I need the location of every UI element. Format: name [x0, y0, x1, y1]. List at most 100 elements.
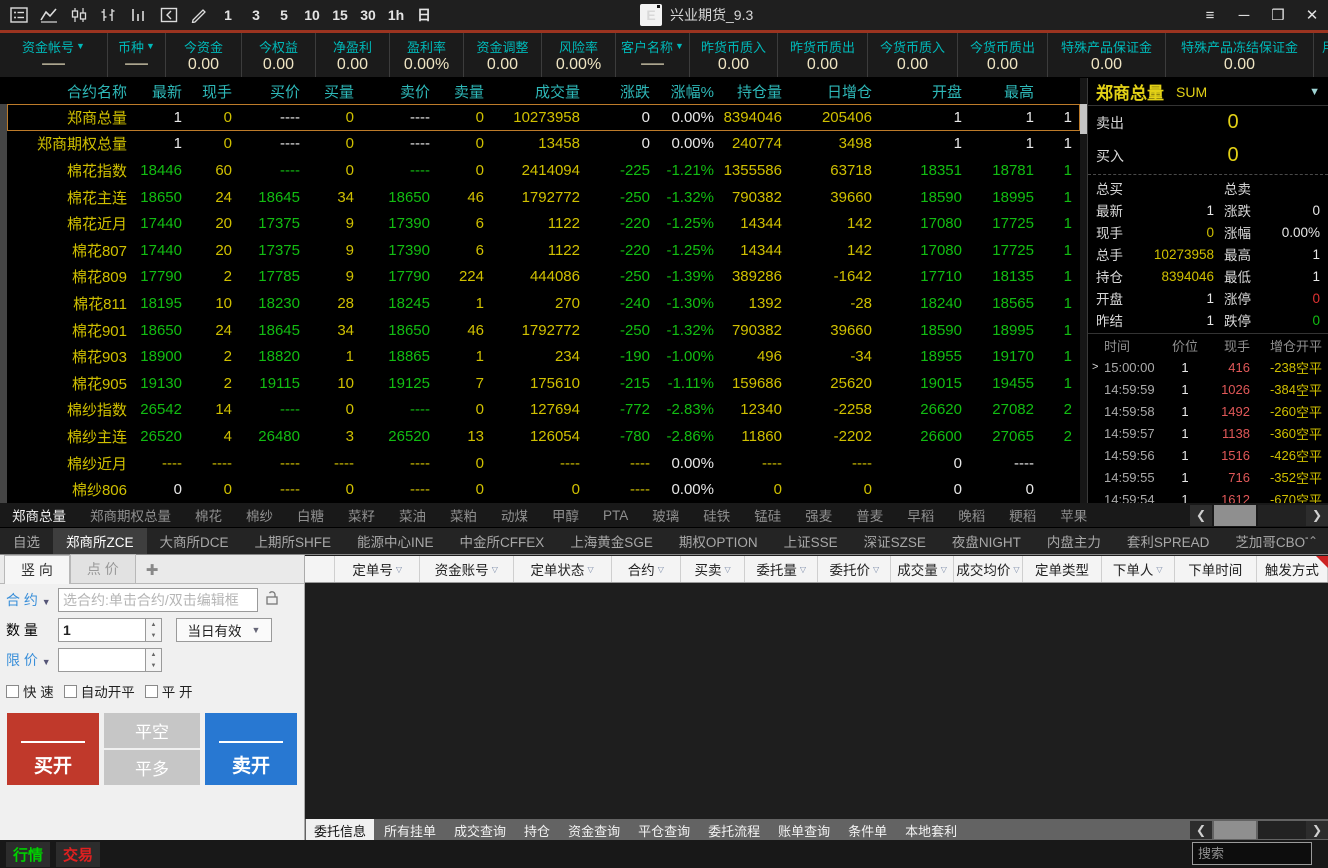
order-option-checkbox[interactable]: 快 速: [6, 681, 54, 701]
product-tab[interactable]: 早稻: [895, 505, 946, 525]
product-tab[interactable]: 动煤: [489, 505, 540, 525]
exchange-tab[interactable]: 期权OPTION: [666, 528, 771, 554]
close-long-button[interactable]: 平多: [104, 750, 200, 785]
product-tab[interactable]: 锰硅: [742, 505, 793, 525]
column-header[interactable]: 最高: [970, 81, 1042, 102]
filter-icon[interactable]: ▽: [725, 565, 731, 574]
exchange-tab[interactable]: 夜盘NIGHT: [939, 528, 1034, 554]
orders-column-header[interactable]: 合约 ▽: [612, 556, 682, 582]
quote-list-icon[interactable]: [6, 3, 32, 27]
product-tab[interactable]: 菜籽: [336, 505, 387, 525]
product-tab[interactable]: 苹果: [1048, 505, 1099, 525]
exchange-tab[interactable]: 能源中心INE: [344, 528, 447, 554]
ohlc-bars-icon[interactable]: [96, 3, 122, 27]
quote-row[interactable]: 棉花901 18650 24 18645 34 18650 46 1792772 -250 -1.…: [7, 317, 1080, 344]
bottom-tab[interactable]: 委托信息: [306, 818, 375, 842]
period-button[interactable]: 5: [272, 3, 296, 27]
limit-price-input[interactable]: [58, 648, 146, 672]
validity-select[interactable]: 当日有效 ▼: [176, 618, 272, 642]
quote-row[interactable]: 郑商总量 1 0 ---- 0 ---- 0 10273958 0 0.00% 8394046 205…: [7, 104, 1080, 131]
filter-icon[interactable]: ▽: [873, 565, 879, 574]
close-short-button[interactable]: 平空: [104, 713, 200, 748]
product-tab[interactable]: 甲醇: [540, 505, 591, 525]
quote-row[interactable]: 棉花811 18195 10 18230 28 18245 1 270 -240 -1.30% 13…: [7, 290, 1080, 317]
buy-open-button[interactable]: 买开: [7, 713, 100, 785]
orders-column-header[interactable]: 资金账号 ▽: [420, 556, 514, 582]
product-tab[interactable]: 强麦: [793, 505, 844, 525]
period-button[interactable]: 3: [244, 3, 268, 27]
limit-price-label[interactable]: 限 价 ▼: [6, 650, 58, 670]
left-scrollbar[interactable]: [0, 104, 7, 503]
period-button[interactable]: 1: [216, 3, 240, 27]
period-button[interactable]: 1h: [384, 3, 408, 27]
chevron-down-icon[interactable]: ▼: [675, 41, 684, 51]
exchange-tab[interactable]: 上海黄金SGE: [557, 528, 666, 554]
quote-row[interactable]: 棉花903 18900 2 18820 1 18865 1 234 -190 -1.00% 496 -…: [7, 343, 1080, 370]
column-header[interactable]: 涨跌: [588, 81, 658, 102]
close-icon[interactable]: ✕: [1302, 6, 1322, 24]
tab-point-price[interactable]: 点 价: [69, 554, 136, 583]
order-option-checkbox[interactable]: 自动开平: [63, 681, 135, 701]
filter-icon[interactable]: ▽: [396, 565, 402, 574]
contract-label[interactable]: 合 约 ▼: [6, 590, 58, 610]
bottom-tab[interactable]: 条件单: [840, 819, 895, 842]
orders-column-header[interactable]: 下单时间: [1175, 556, 1257, 582]
column-header[interactable]: 买量: [308, 81, 362, 102]
scroll-right-icon[interactable]: ❯: [1306, 504, 1328, 526]
filter-icon[interactable]: ▽: [941, 565, 947, 574]
minute-bars-icon[interactable]: [126, 3, 152, 27]
product-tab[interactable]: 郑商期权总量: [78, 505, 183, 525]
orders-column-header[interactable]: 定单类型: [1023, 556, 1102, 582]
bottom-tab[interactable]: 平仓查询: [630, 819, 698, 842]
filter-icon[interactable]: ▽: [658, 565, 664, 574]
quote-row[interactable]: 棉纱806 0 0 ---- 0 ---- 0 0 ---- 0.00% 0 0 0 0: [7, 476, 1080, 503]
product-tab[interactable]: 硅铁: [691, 505, 742, 525]
filter-icon[interactable]: ▽: [587, 565, 593, 574]
quantity-input[interactable]: [58, 618, 146, 642]
candlestick-icon[interactable]: [66, 3, 92, 27]
period-button[interactable]: 日: [412, 3, 436, 27]
scroll-left-icon[interactable]: ❮: [1190, 504, 1212, 526]
product-tab[interactable]: PTA: [591, 508, 640, 523]
contract-input[interactable]: [58, 588, 258, 612]
orders-column-header[interactable]: 定单号 ▽: [335, 556, 420, 582]
exchange-tab[interactable]: 套利SPREAD: [1114, 528, 1223, 554]
column-header[interactable]: 买价: [240, 81, 308, 102]
lock-icon[interactable]: [264, 590, 280, 611]
filter-icon[interactable]: ▽: [1156, 565, 1162, 574]
vertical-scrollbar[interactable]: [1080, 78, 1087, 503]
bottom-tab[interactable]: 所有挂单: [376, 819, 444, 842]
quote-row[interactable]: 棉花指数 18446 60 ---- 0 ---- 0 2414094 -225 -1.21% 13…: [7, 157, 1080, 184]
product-tab[interactable]: 棉纱: [234, 505, 285, 525]
collapse-chevron-icon[interactable]: ⌃: [1308, 534, 1328, 548]
price-stepper[interactable]: ▲ ▼: [146, 648, 162, 672]
maximize-icon[interactable]: ❒: [1268, 6, 1288, 24]
bottom-tab[interactable]: 本地套利: [897, 819, 965, 842]
period-button[interactable]: 15: [328, 3, 352, 27]
product-tab[interactable]: 普麦: [844, 505, 895, 525]
sell-open-button[interactable]: 卖开: [204, 713, 297, 785]
orders-column-header[interactable]: 委托价 ▽: [818, 556, 892, 582]
column-header[interactable]: 持仓量: [722, 81, 790, 102]
product-tab[interactable]: 菜油: [387, 505, 438, 525]
bottom-tab[interactable]: 持仓: [516, 819, 558, 842]
product-tab[interactable]: 粳稻: [997, 505, 1048, 525]
checkbox-icon[interactable]: [63, 684, 77, 698]
product-tab[interactable]: 晚稻: [946, 505, 997, 525]
column-header[interactable]: 涨幅%: [658, 81, 722, 102]
product-tab[interactable]: 棉花: [183, 505, 234, 525]
chevron-down-icon[interactable]: ▼: [1309, 86, 1320, 98]
quote-row[interactable]: 棉纱指数 26542 14 ---- 0 ---- 0 127694 -772 -2.83% 123…: [7, 397, 1080, 424]
scrollbar-thumb[interactable]: [1214, 504, 1256, 526]
bottom-tab[interactable]: 成交查询: [446, 819, 514, 842]
column-header[interactable]: 现手: [190, 81, 240, 102]
product-tab[interactable]: 郑商总量: [0, 505, 78, 525]
column-header[interactable]: 开盘: [880, 81, 970, 102]
column-header[interactable]: 成交量: [492, 81, 588, 102]
column-header[interactable]: 最新: [135, 81, 190, 102]
menu-icon[interactable]: ≡: [1200, 7, 1220, 24]
quote-row[interactable]: 棉纱主连 26520 4 26480 3 26520 13 126054 -780 -2.86% 1…: [7, 423, 1080, 450]
exchange-tab[interactable]: 深证SZSE: [851, 528, 939, 554]
filter-icon[interactable]: ▽: [492, 565, 498, 574]
line-chart-icon[interactable]: [36, 3, 62, 27]
